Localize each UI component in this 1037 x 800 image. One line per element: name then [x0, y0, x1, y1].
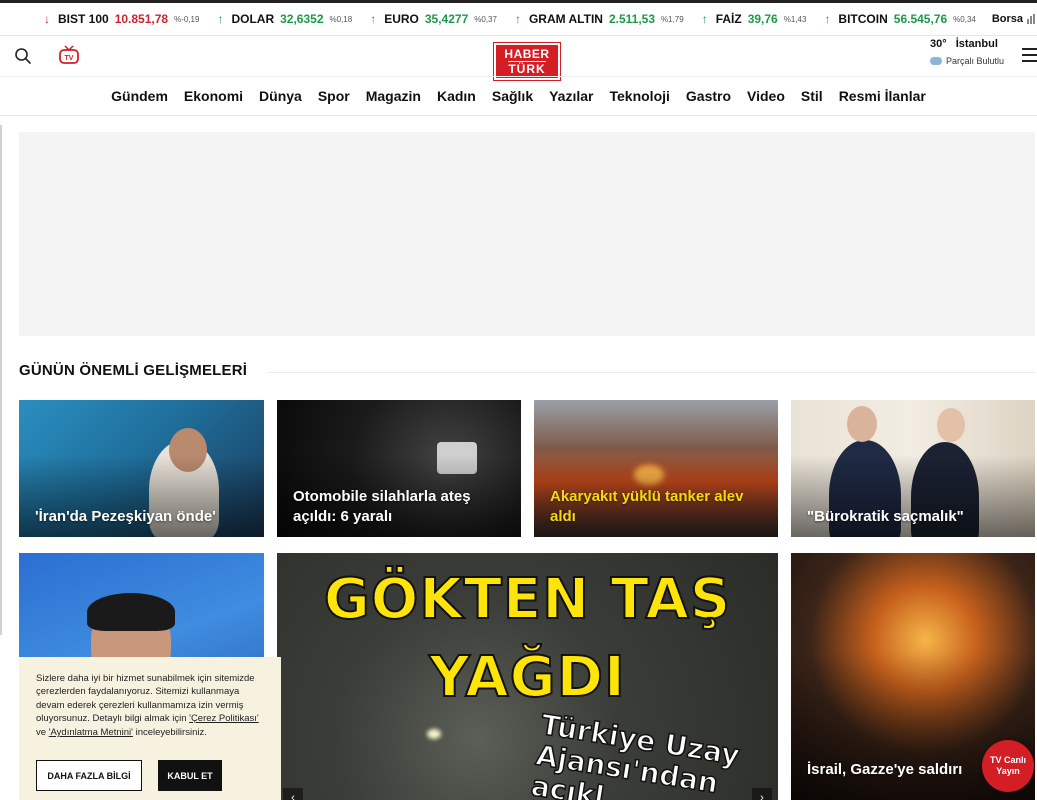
- ticker-percent: %1,43: [783, 14, 807, 24]
- cookie-policy-link[interactable]: 'Çerez Politikası': [189, 713, 259, 724]
- ticker-value: 56.545,76: [893, 12, 948, 26]
- nav-item-gundem[interactable]: Gündem: [111, 88, 168, 104]
- ad-placeholder: [19, 132, 1035, 336]
- weather-temp: 30°: [930, 38, 947, 50]
- ticker-value: 10.851,78: [114, 12, 169, 26]
- ticker-value: 2.511,53: [608, 12, 656, 26]
- ticker-item-gram-altin[interactable]: ↑ GRAM ALTIN 2.511,53 %1,79: [515, 12, 684, 26]
- ticker-item-bist100[interactable]: ↓ BIST 100 10.851,78 %-0,19: [44, 12, 199, 26]
- ticker-percent: %0,37: [474, 14, 497, 24]
- main-nav: Gündem Ekonomi Dünya Spor Magazin Kadın …: [0, 76, 1037, 116]
- nav-item-stil[interactable]: Stil: [801, 88, 823, 104]
- ticker-item-bitcoin[interactable]: ↑ BITCOIN 56.545,76 %0,34: [824, 12, 975, 26]
- ticker-name: EURO: [384, 12, 419, 26]
- nav-item-dunya[interactable]: Dünya: [259, 88, 302, 104]
- nav-item-spor[interactable]: Spor: [318, 88, 350, 104]
- nav-item-yazilar[interactable]: Yazılar: [549, 88, 593, 104]
- cookie-text: Sizlere daha iyi bir hizmet sunabilmek i…: [36, 672, 263, 739]
- nav-item-magazin[interactable]: Magazin: [366, 88, 421, 104]
- arrow-up-icon: ↑: [514, 12, 521, 26]
- logo-line2: TÜRK: [508, 61, 546, 76]
- weather-condition: Parçalı Bulutlu: [946, 56, 1005, 66]
- nav-item-gastro[interactable]: Gastro: [686, 88, 731, 104]
- headline-line2: YAĞDI: [428, 644, 626, 711]
- arrow-up-icon: ↑: [701, 12, 708, 26]
- cloud-icon: [930, 57, 942, 65]
- tv-badge-text: TV: [65, 55, 74, 62]
- privacy-notice-link[interactable]: 'Aydınlatma Metnini': [49, 727, 133, 738]
- hair-image: [87, 593, 175, 631]
- ticker-item-faiz[interactable]: ↑ FAİZ 39,76 %1,43: [702, 12, 807, 26]
- site-header: TV HABER TÜRK 30° İstanbul Parçalı Bulut…: [0, 36, 1037, 81]
- news-card-burokratik[interactable]: "Bürokratik saçmalık": [791, 400, 1035, 537]
- hamburger-menu-icon[interactable]: [1022, 48, 1037, 62]
- person-head-image: [937, 408, 965, 442]
- nav-item-teknoloji[interactable]: Teknoloji: [609, 88, 669, 104]
- headline-sub: Türkiye Uzay Ajansı'ndan açıkl...: [528, 707, 743, 800]
- page-edge-divider: [0, 125, 2, 635]
- ticker-percent: %-0,19: [174, 14, 200, 24]
- ticker-name: FAİZ: [715, 12, 742, 26]
- nav-item-resmi-ilanlar[interactable]: Resmi İlanlar: [839, 88, 926, 104]
- search-icon[interactable]: [14, 47, 32, 65]
- accept-cookies-button[interactable]: KABUL ET: [158, 760, 222, 791]
- ticker-name: DOLAR: [231, 12, 275, 26]
- borsa-link[interactable]: Borsa: [991, 13, 1036, 25]
- meteor-image: [427, 729, 441, 739]
- headline-line1: GÖKTEN TAŞ: [323, 566, 732, 633]
- haberturk-logo[interactable]: HABER TÜRK: [493, 42, 561, 81]
- tv-live-button[interactable]: TV Canlı Yayın: [982, 740, 1034, 792]
- arrow-up-icon: ↑: [217, 12, 224, 26]
- news-card-headline[interactable]: GÖKTEN TAŞ YAĞDI Türkiye Uzay Ajansı'nda…: [277, 553, 778, 800]
- news-caption: Akaryakıt yüklü tanker alev aldı: [550, 487, 744, 525]
- ticker-value: 32,6352: [280, 12, 324, 26]
- ticker-percent: %0,34: [953, 14, 976, 24]
- nav-item-kadin[interactable]: Kadın: [437, 88, 476, 104]
- ticker-percent: %0,18: [329, 14, 353, 24]
- nav-item-saglik[interactable]: Sağlık: [492, 88, 533, 104]
- weather-city: İstanbul: [955, 38, 998, 50]
- news-caption: "Bürokratik saçmalık": [807, 507, 964, 525]
- logo-line1: HABER: [504, 47, 550, 61]
- cookie-text-part: inceleyebilirsiniz.: [132, 726, 207, 738]
- news-caption: 'İran'da Pezeşkiyan önde': [35, 507, 216, 525]
- news-caption: Otomobile silahlarla ateş açıldı: 6 yara…: [293, 487, 471, 525]
- borsa-label: Borsa: [991, 13, 1024, 25]
- news-card-iran[interactable]: 'İran'da Pezeşkiyan önde': [19, 400, 264, 537]
- market-ticker: ↓ BIST 100 10.851,78 %-0,19 ↑ DOLAR 32,6…: [0, 0, 1037, 36]
- news-card-tanker[interactable]: Akaryakıt yüklü tanker alev aldı: [534, 400, 778, 537]
- section-title: GÜNÜN ÖNEMLİ GELİŞMELERİ: [19, 362, 248, 379]
- arrow-up-icon: ↑: [824, 12, 831, 26]
- person-head-image: [847, 406, 877, 442]
- tv-icon[interactable]: TV: [58, 45, 80, 65]
- ticker-name: BIST 100: [58, 12, 109, 26]
- news-card-otomobil[interactable]: Otomobile silahlarla ateş açıldı: 6 yara…: [277, 400, 521, 537]
- ticker-name: GRAM ALTIN: [528, 12, 603, 26]
- slider-prev-button[interactable]: ‹: [283, 788, 303, 800]
- arrow-up-icon: ↑: [370, 12, 377, 26]
- section-divider: [268, 372, 1035, 373]
- chart-bars-icon: [1027, 14, 1036, 24]
- nav-item-video[interactable]: Video: [747, 88, 785, 104]
- weather-widget[interactable]: 30° İstanbul Parçalı Bulutlu: [930, 38, 1004, 66]
- ticker-item-euro[interactable]: ↑ EURO 35,4277 %0,37: [370, 12, 497, 26]
- ticker-value: 35,4277: [424, 12, 469, 26]
- ticker-value: 39,76: [747, 12, 778, 26]
- ticker-name: BITCOIN: [838, 12, 888, 26]
- arrow-down-icon: ↓: [44, 12, 50, 26]
- nav-item-ekonomi[interactable]: Ekonomi: [184, 88, 243, 104]
- more-info-button[interactable]: DAHA FAZLA BİLGİ: [36, 760, 142, 791]
- ticker-percent: %1,79: [661, 14, 684, 24]
- ticker-item-dolar[interactable]: ↑ DOLAR 32,6352 %0,18: [217, 12, 352, 26]
- slider-next-button[interactable]: ›: [752, 788, 772, 800]
- cookie-text-part: ve: [36, 726, 49, 738]
- cookie-banner: Sizlere daha iyi bir hizmet sunabilmek i…: [19, 657, 281, 800]
